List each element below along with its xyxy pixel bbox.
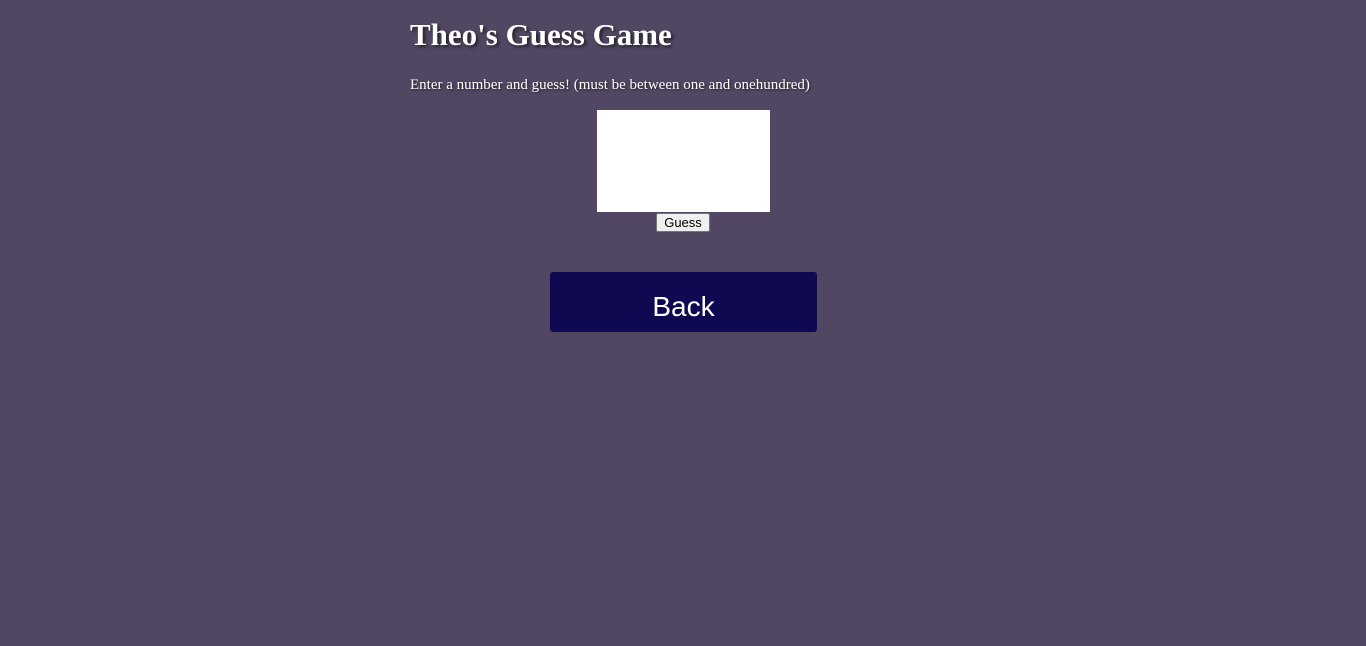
guess-game-page: Theo's Guess Game Enter a number and gue… [0, 0, 1366, 646]
instructions-text: Enter a number and guess! (must be betwe… [410, 77, 810, 93]
page-title: Theo's Guess Game [410, 17, 672, 52]
guess-button[interactable]: Guess [656, 213, 710, 232]
back-button[interactable]: Back [550, 272, 817, 332]
guess-input[interactable] [597, 110, 770, 212]
